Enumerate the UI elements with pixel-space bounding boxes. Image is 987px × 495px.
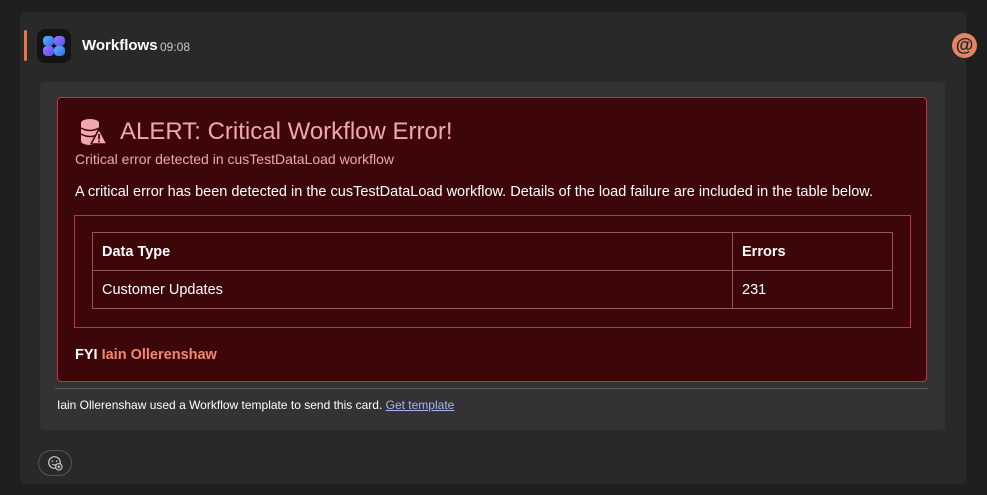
table-header-row: Data Type Errors (92, 232, 893, 271)
workflows-logo-icon (43, 36, 65, 56)
alert-body-text: A critical error has been detected in th… (75, 184, 873, 200)
header-errors: Errors (732, 232, 893, 271)
emoji-add-icon (48, 456, 63, 471)
workflows-app-avatar[interactable] (37, 29, 71, 63)
get-template-link[interactable]: Get template (386, 398, 455, 412)
message-timestamp: 09:08 (160, 40, 191, 54)
mention-accent-bar (24, 30, 27, 61)
database-warning-icon (78, 117, 108, 152)
cell-data-type: Customer Updates (92, 270, 733, 309)
card-divider (55, 388, 928, 389)
cell-errors: 231 (732, 270, 893, 309)
footer-text: Iain Ollerenshaw used a Workflow templat… (57, 398, 383, 412)
add-reaction-button[interactable] (38, 450, 72, 476)
mention-badge-icon: @ (952, 33, 977, 58)
fyi-label: FYI (75, 347, 98, 363)
alert-title: ALERT: Critical Workflow Error! (120, 118, 453, 145)
alert-subtitle: Critical error detected in cusTestDataLo… (75, 151, 395, 167)
header-data-type: Data Type (92, 232, 733, 271)
sender-name[interactable]: Workflows (82, 37, 158, 54)
user-mention[interactable]: Iain Ollerenshaw (102, 347, 217, 363)
card-footer: Iain Ollerenshaw used a Workflow templat… (57, 398, 454, 412)
table-row: Customer Updates 231 (92, 270, 893, 309)
error-details-table: Data Type Errors Customer Updates 231 (92, 232, 893, 309)
fyi-line: FYI Iain Ollerenshaw (75, 347, 217, 363)
